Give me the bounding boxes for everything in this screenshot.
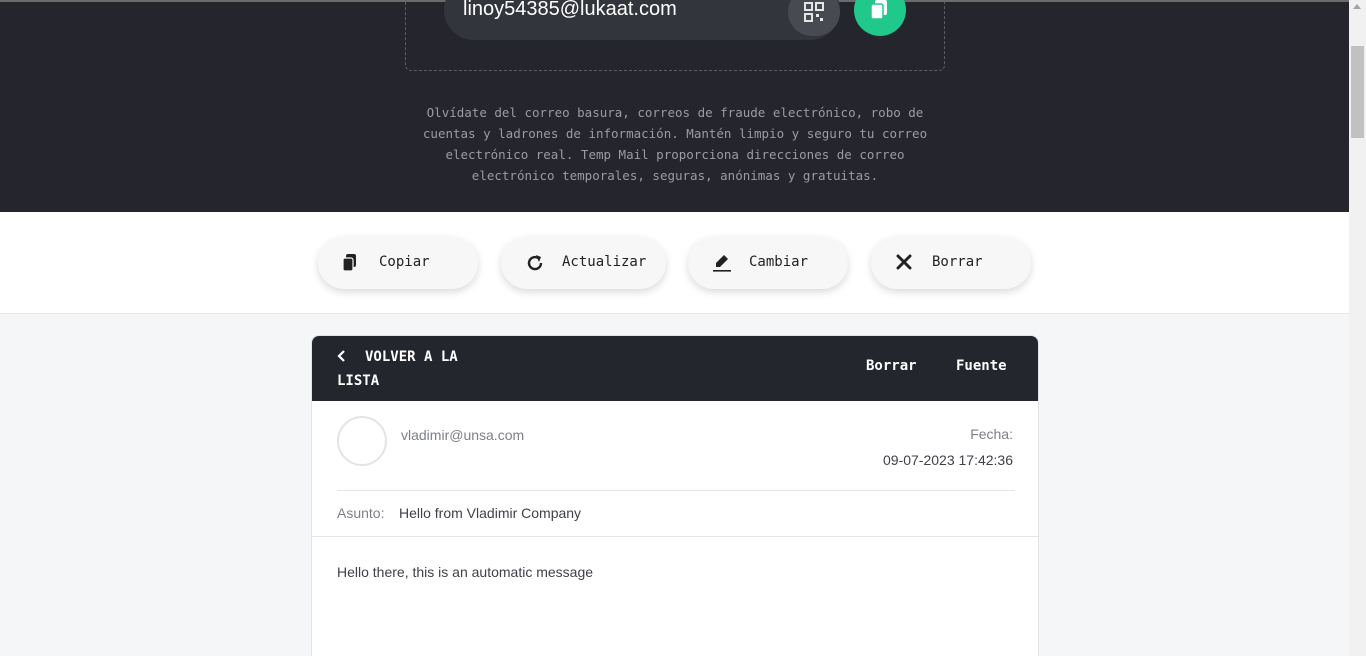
- date-value: 09-07-2023 17:42:36: [883, 452, 1013, 468]
- view-source-link[interactable]: Fuente: [956, 358, 1007, 374]
- close-icon: [896, 254, 912, 270]
- refresh-icon: [527, 255, 543, 271]
- action-toolbar: Copiar Actualizar Cambiar Borrar: [0, 212, 1349, 314]
- email-address-text[interactable]: linoy54385@lukaat.com: [463, 0, 677, 21]
- sender-avatar: [337, 416, 387, 466]
- back-to-list-link[interactable]: VOLVER A LA LISTA: [337, 345, 497, 393]
- refresh-button[interactable]: Actualizar: [501, 237, 666, 289]
- copy-button[interactable]: Copiar: [318, 237, 478, 289]
- sender-address: vladimir@unsa.com: [401, 427, 525, 443]
- delete-button-label: Borrar: [932, 254, 983, 270]
- divider: [312, 536, 1038, 537]
- divider: [337, 490, 1015, 491]
- copy-icon: [342, 254, 356, 272]
- date-label: Fecha:: [970, 426, 1013, 442]
- chevron-left-icon: [337, 350, 345, 362]
- back-link-line-2: LISTA: [337, 373, 380, 389]
- copy-icon: [870, 0, 887, 20]
- pen-icon: [713, 255, 731, 272]
- back-link-line-1: VOLVER A LA: [365, 349, 458, 365]
- hero-section: linoy54385@lukaat.com Olvídate del corre…: [0, 0, 1349, 212]
- delete-message-link[interactable]: Borrar: [866, 358, 917, 374]
- change-button-label: Cambiar: [749, 254, 809, 270]
- subject-label: Asunto:: [337, 505, 385, 521]
- scroll-up-arrow-icon[interactable]: [1353, 4, 1361, 9]
- hero-description: Olvídate del correo basura, correos de f…: [422, 105, 928, 183]
- copy-button-label: Copiar: [379, 254, 430, 270]
- refresh-button-label: Actualizar: [562, 254, 647, 270]
- change-button[interactable]: Cambiar: [688, 237, 848, 289]
- message-body: Hello there, this is an automatic messag…: [337, 564, 594, 580]
- delete-button[interactable]: Borrar: [871, 237, 1031, 289]
- scrollbar-thumb[interactable]: [1351, 46, 1364, 138]
- qr-code-icon: [804, 2, 824, 22]
- message-header: VOLVER A LA LISTA Borrar Fuente: [312, 336, 1038, 401]
- message-card: VOLVER A LA LISTA Borrar Fuente vladimir…: [311, 335, 1039, 656]
- subject-value: Hello from Vladimir Company: [399, 505, 582, 521]
